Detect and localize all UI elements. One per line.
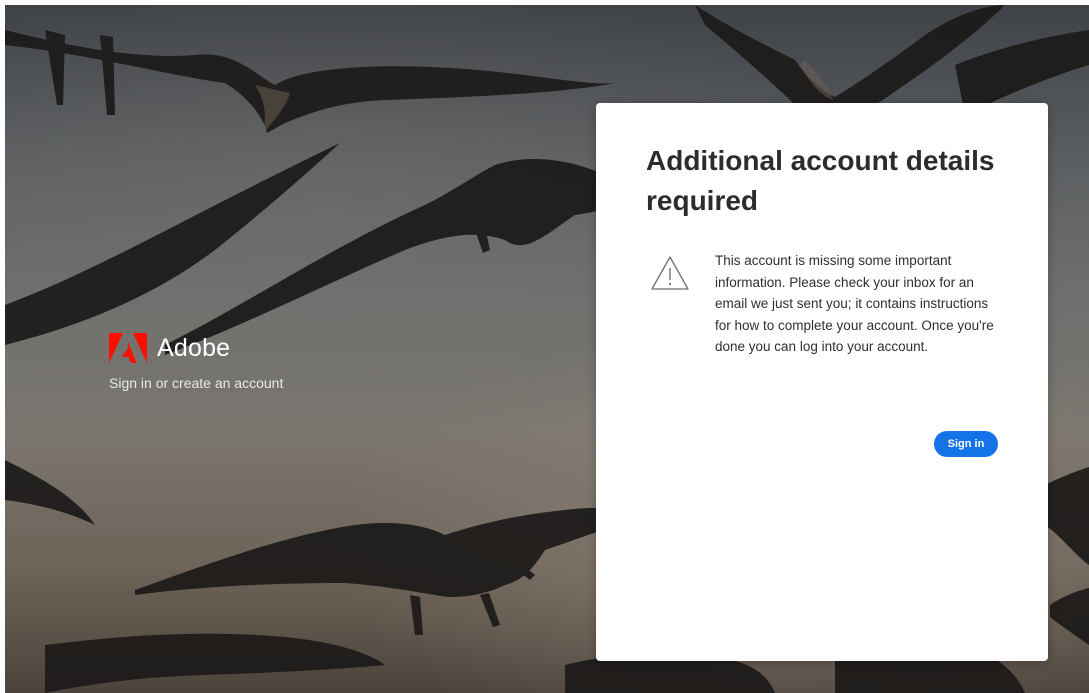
warning-triangle-icon (651, 256, 689, 290)
brand-name: Adobe (157, 334, 231, 362)
adobe-logo-icon (109, 333, 147, 363)
page-title: Additional account details required (646, 145, 995, 216)
sign-in-button[interactable]: Sign in (934, 431, 998, 457)
login-page: Adobe Sign in or create an account Addit… (5, 5, 1089, 693)
account-details-card: Additional account details required This… (596, 103, 1048, 661)
brand-tagline: Sign in or create an account (109, 375, 284, 391)
account-missing-message: This account is missing some important i… (715, 253, 994, 354)
brand-row: Adobe (109, 331, 283, 365)
brand-block: Adobe Sign in or create an account (109, 331, 283, 391)
